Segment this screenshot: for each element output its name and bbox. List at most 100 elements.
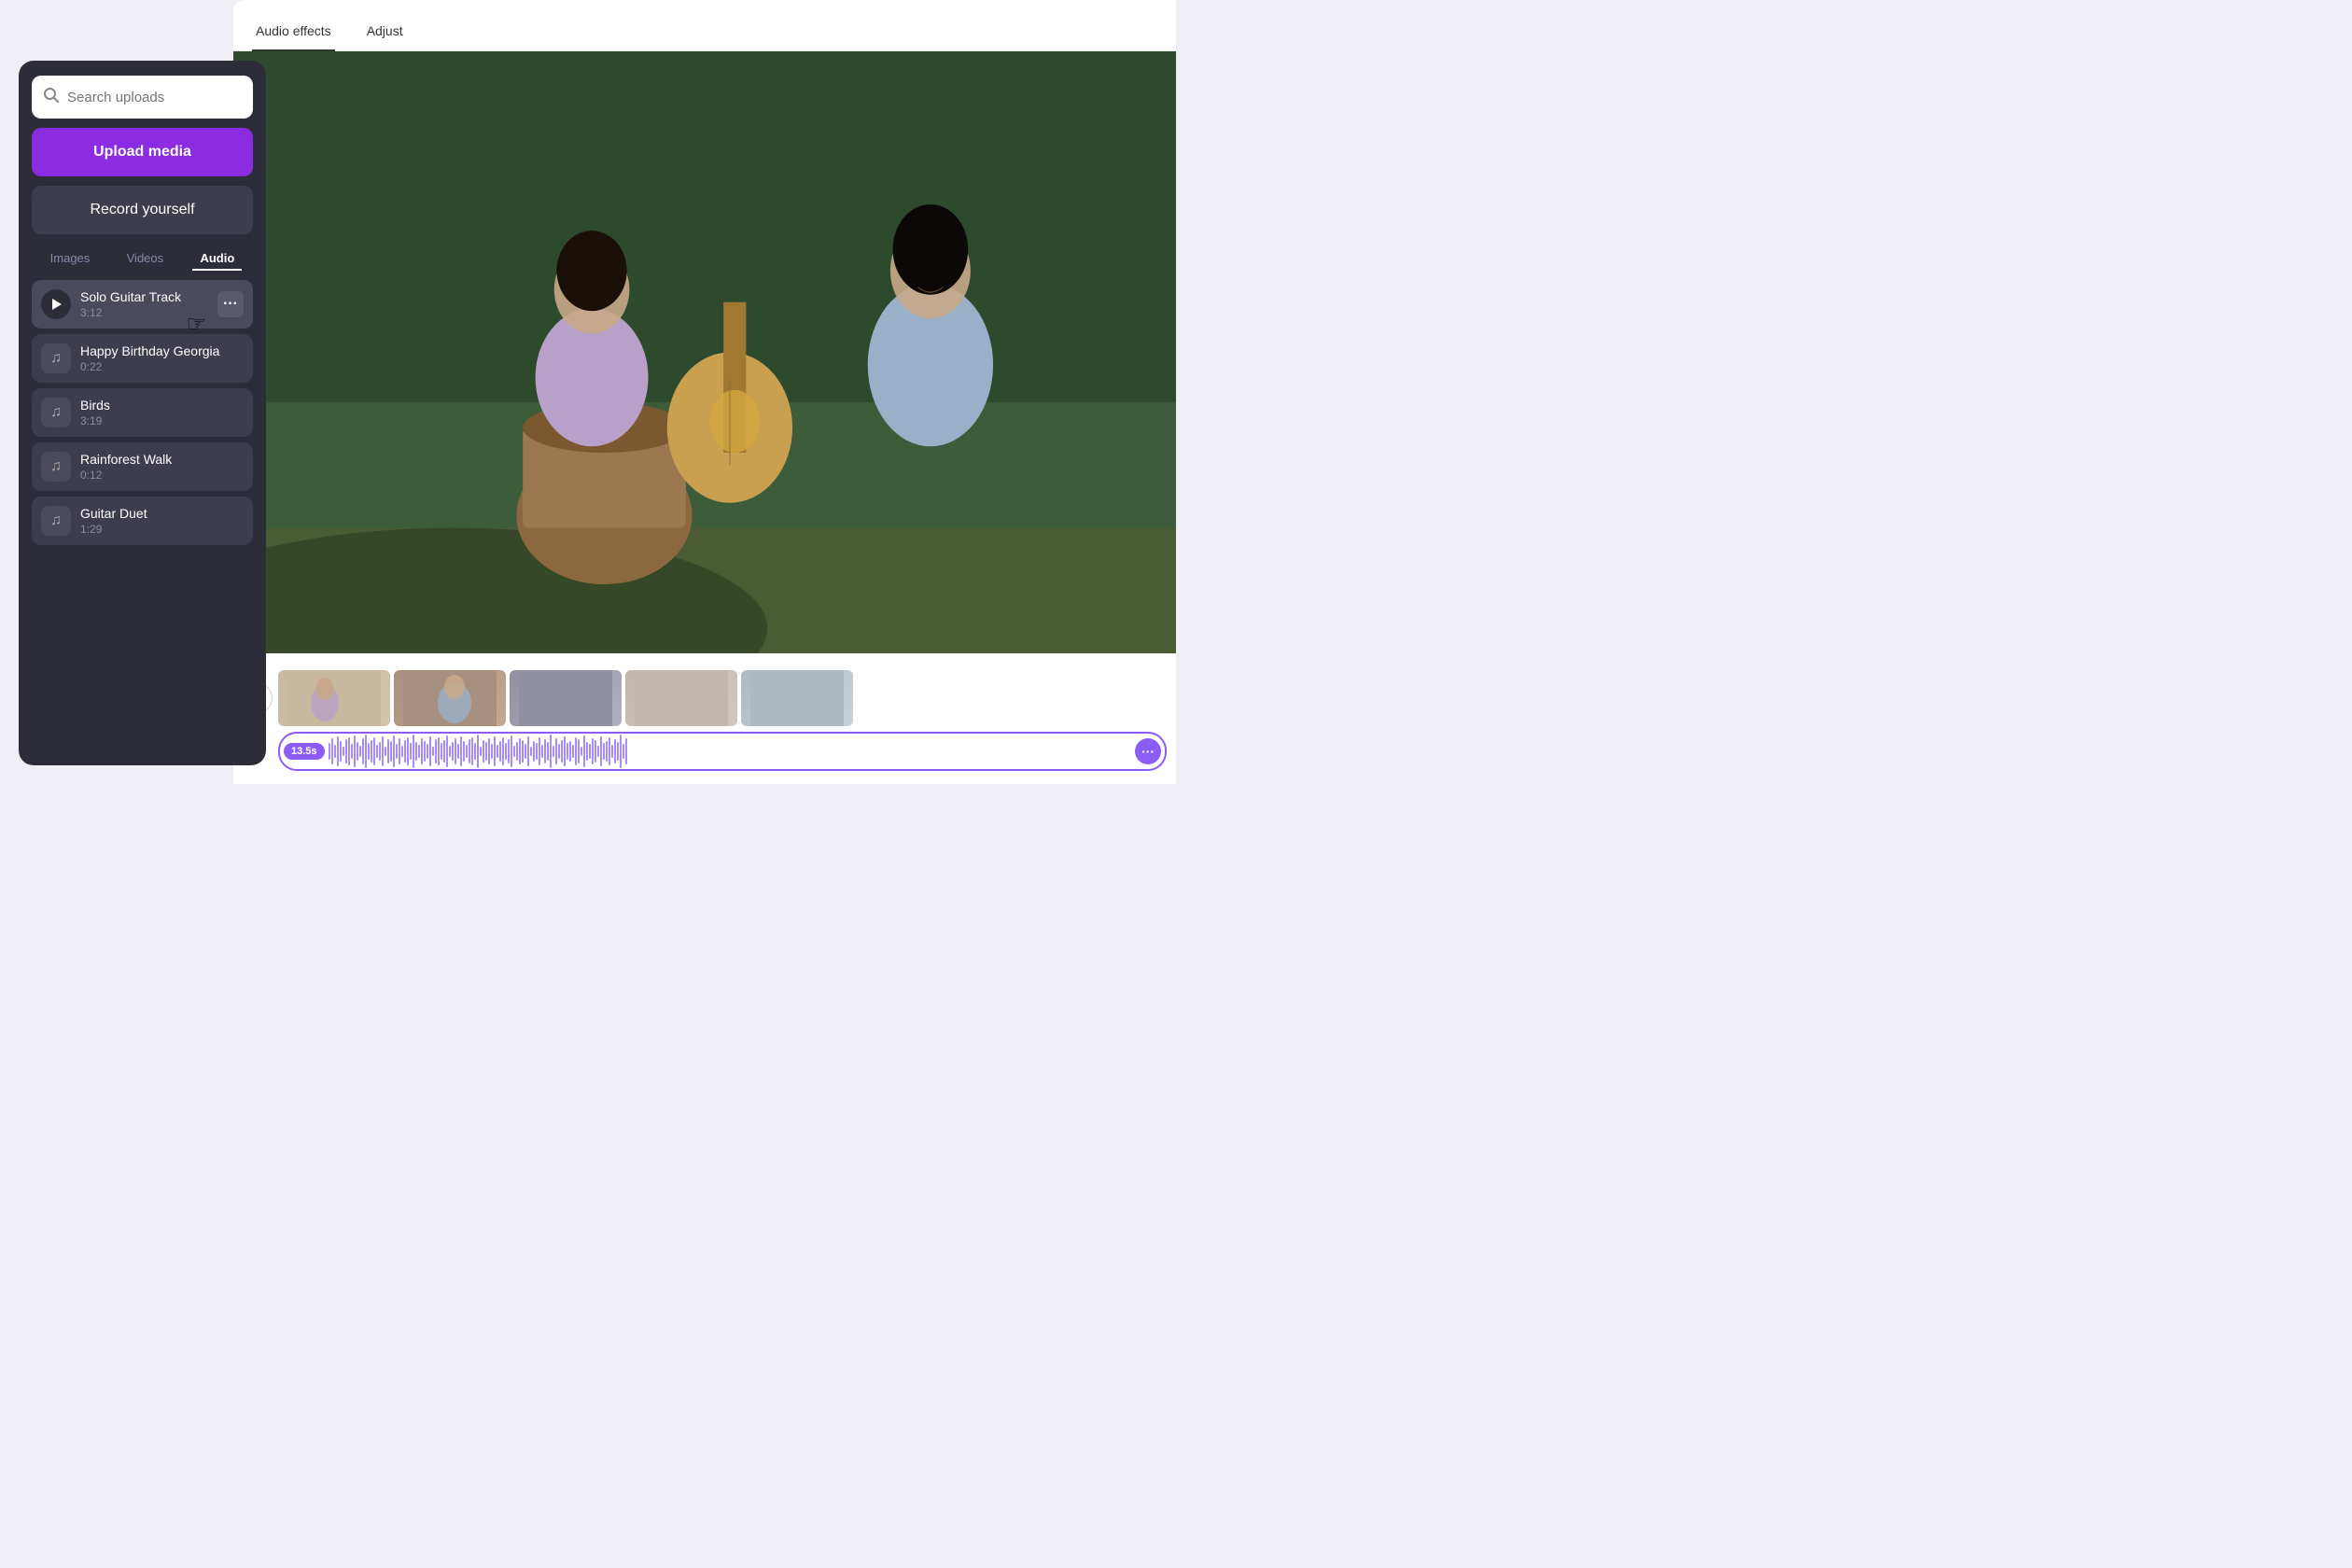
wave-bar [471, 737, 473, 765]
audio-duration-1: 3:12 [80, 306, 208, 319]
audio-duration-2: 0:22 [80, 360, 244, 373]
wave-bar [390, 741, 392, 762]
play-button-1[interactable] [41, 289, 71, 319]
wave-bar [466, 745, 468, 758]
wave-bar [595, 740, 596, 763]
wave-bar [427, 744, 428, 759]
wave-bar [348, 737, 350, 765]
wave-bar [351, 744, 353, 759]
wave-bar [530, 747, 532, 756]
wave-bar [550, 735, 552, 768]
video-preview [233, 51, 1176, 653]
audio-info-4: Rainforest Walk 0:12 [80, 452, 244, 482]
wave-bar [404, 740, 406, 763]
wave-bar [452, 742, 454, 761]
wave-bar [567, 743, 568, 760]
wave-bar [583, 735, 585, 767]
wave-bar [438, 737, 440, 765]
thumb-scene-3 [510, 670, 622, 726]
wave-bar [357, 742, 358, 761]
audio-track-timeline[interactable]: 13.5s [278, 732, 1167, 771]
audio-list: Solo Guitar Track 3:12 ··· ☞ ♫ Happy Bir… [32, 280, 253, 750]
audio-more-button-1[interactable]: ··· [217, 291, 244, 317]
wave-bar [620, 735, 622, 768]
wave-bar [379, 742, 381, 761]
wave-bar [519, 738, 521, 764]
wave-bar [555, 738, 557, 764]
wave-bar [589, 744, 591, 759]
wave-bar [625, 738, 627, 764]
music-note-icon-5: ♫ [41, 506, 71, 536]
wave-bar [516, 742, 518, 761]
wave-bar [527, 736, 529, 766]
wave-bar [558, 744, 560, 759]
tab-adjust[interactable]: Adjust [363, 12, 407, 51]
tab-videos[interactable]: Videos [119, 247, 172, 271]
thumb-2 [394, 670, 506, 726]
thumb-5 [741, 670, 853, 726]
wave-bar [421, 738, 423, 764]
audio-track-row: 13.5s [233, 732, 1176, 771]
audio-info-2: Happy Birthday Georgia 0:22 [80, 343, 244, 373]
wave-bar [415, 742, 417, 761]
wave-bar [345, 739, 347, 763]
wave-bar [359, 746, 361, 757]
audio-name-1: Solo Guitar Track [80, 289, 208, 304]
wave-bar [491, 744, 493, 759]
thumb-scene-1 [278, 670, 390, 726]
audio-duration-5: 1:29 [80, 523, 244, 536]
wave-bar [502, 737, 504, 765]
audio-item-5[interactable]: ♫ Guitar Duet 1:29 [32, 497, 253, 545]
editor-panel: Audio effects Adjust [233, 0, 1176, 784]
thumb-scene-4 [625, 670, 737, 726]
waveform [325, 734, 1135, 769]
wave-bar [525, 744, 526, 759]
wave-bar [424, 741, 426, 762]
wave-bar [343, 747, 344, 756]
wave-bar [435, 739, 437, 763]
wave-bar [477, 735, 479, 768]
wave-bar [499, 741, 501, 762]
wave-bar [443, 740, 445, 763]
wave-bar [553, 746, 554, 757]
wave-bar [513, 746, 515, 757]
video-thumbnails [278, 670, 1167, 726]
upload-media-button[interactable]: Upload media [32, 128, 253, 176]
audio-item-4[interactable]: ♫ Rainforest Walk 0:12 [32, 442, 253, 491]
video-background [233, 51, 1176, 653]
audio-track-more-button[interactable]: ··· [1135, 738, 1161, 764]
wave-bar [340, 741, 342, 762]
wave-bar [480, 747, 482, 756]
wave-bar [399, 738, 400, 764]
search-input[interactable] [67, 90, 253, 105]
search-icon [43, 87, 60, 108]
audio-item-3[interactable]: ♫ Birds 3:19 [32, 388, 253, 437]
thumb-3 [510, 670, 622, 726]
record-yourself-button[interactable]: Record yourself [32, 186, 253, 234]
editor-tabs: Audio effects Adjust [233, 0, 1176, 51]
wave-bar [522, 740, 524, 763]
wave-bar [483, 740, 484, 763]
wave-bar [432, 747, 434, 756]
audio-info-1: Solo Guitar Track 3:12 [80, 289, 208, 319]
wave-bar [572, 745, 574, 758]
wave-bar [597, 746, 599, 757]
audio-duration-4: 0:12 [80, 469, 244, 482]
tab-audio[interactable]: Audio [192, 247, 242, 271]
wave-bar [393, 735, 395, 767]
search-bar [32, 76, 253, 119]
audio-item-1[interactable]: Solo Guitar Track 3:12 ··· ☞ [32, 280, 253, 329]
tab-images[interactable]: Images [43, 247, 98, 271]
wave-bar [494, 736, 496, 766]
audio-item-2[interactable]: ♫ Happy Birthday Georgia 0:22 [32, 334, 253, 383]
play-triangle-icon [52, 299, 62, 310]
wave-bar [331, 738, 333, 764]
wave-bar [376, 745, 378, 758]
video-scene [233, 51, 1176, 653]
media-tabs: Images Videos Audio [32, 247, 253, 271]
tab-audio-effects[interactable]: Audio effects [252, 12, 335, 51]
wave-bar [368, 743, 370, 760]
wave-bar [455, 738, 456, 764]
wave-bar [505, 743, 507, 760]
wave-bar [564, 736, 566, 766]
